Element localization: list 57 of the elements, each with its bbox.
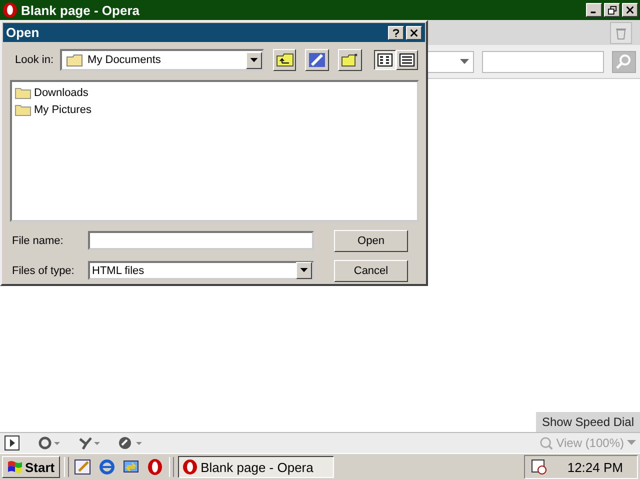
share-button[interactable] (78, 436, 100, 450)
list-view-button[interactable] (374, 50, 396, 70)
dropdown-arrow-icon (300, 268, 308, 273)
help-button[interactable] (388, 26, 404, 40)
folder-item[interactable]: Downloads (15, 84, 88, 101)
dropdown-button[interactable] (296, 262, 312, 279)
dropdown-arrow-icon (460, 58, 469, 64)
dropdown-button[interactable] (246, 52, 262, 68)
dropdown-arrow-icon (627, 440, 636, 446)
folder-icon (15, 103, 31, 116)
scheduler-icon (531, 459, 548, 475)
file-type-dropdown[interactable]: HTML files (88, 261, 314, 280)
opera-logo-icon (2, 2, 18, 18)
restore-icon (608, 6, 616, 14)
clock: 12:24 PM (567, 460, 623, 474)
taskbar-window-button[interactable]: Blank page - Opera (178, 456, 334, 478)
trash-icon (614, 26, 628, 40)
search-field[interactable] (482, 50, 604, 72)
turbo-button[interactable] (118, 436, 144, 450)
dialog-title: Open (6, 25, 40, 40)
opera-logo-icon (182, 459, 198, 475)
search-icon (616, 54, 632, 70)
file-name-label: File name: (12, 234, 64, 246)
close-button[interactable] (406, 26, 422, 40)
question-mark-icon (392, 28, 400, 38)
close-icon (410, 28, 418, 36)
close-button[interactable] (622, 3, 638, 17)
quick-launch-editor-icon[interactable] (72, 457, 93, 477)
look-in-dropdown[interactable]: My Documents (60, 49, 264, 71)
look-in-label: Look in: (15, 54, 54, 66)
quick-launch-browser-icon[interactable] (96, 457, 117, 477)
new-folder-button[interactable] (338, 49, 362, 71)
sync-button[interactable] (38, 436, 60, 450)
folder-icon (15, 86, 31, 99)
file-name-field[interactable] (88, 231, 314, 250)
magnifier-icon (540, 436, 554, 450)
file-type-value: HTML files (92, 264, 144, 276)
window-title: Blank page - Opera (21, 2, 140, 18)
start-button[interactable]: Start (2, 456, 60, 478)
folder-name: My Pictures (34, 104, 92, 116)
folder-icon (66, 53, 84, 67)
desktop-button[interactable] (305, 49, 330, 71)
details-view-button[interactable] (396, 50, 418, 70)
restore-button[interactable] (604, 3, 620, 17)
speed-dial-button[interactable]: Show Speed Dial (536, 412, 640, 432)
up-folder-button[interactable] (272, 49, 296, 71)
folder-name: Downloads (34, 86, 88, 98)
panel-toggle-button[interactable] (4, 435, 20, 451)
file-type-label: Files of type: (12, 264, 76, 276)
look-in-value: My Documents (88, 54, 162, 66)
dropdown-arrow-icon (250, 58, 258, 62)
windows-logo-icon (7, 460, 23, 474)
close-icon (626, 6, 634, 14)
minimize-button[interactable] (586, 3, 602, 17)
folder-item[interactable]: My Pictures (15, 101, 92, 118)
cancel-button[interactable]: Cancel (334, 260, 408, 282)
open-button[interactable]: Open (334, 230, 408, 252)
